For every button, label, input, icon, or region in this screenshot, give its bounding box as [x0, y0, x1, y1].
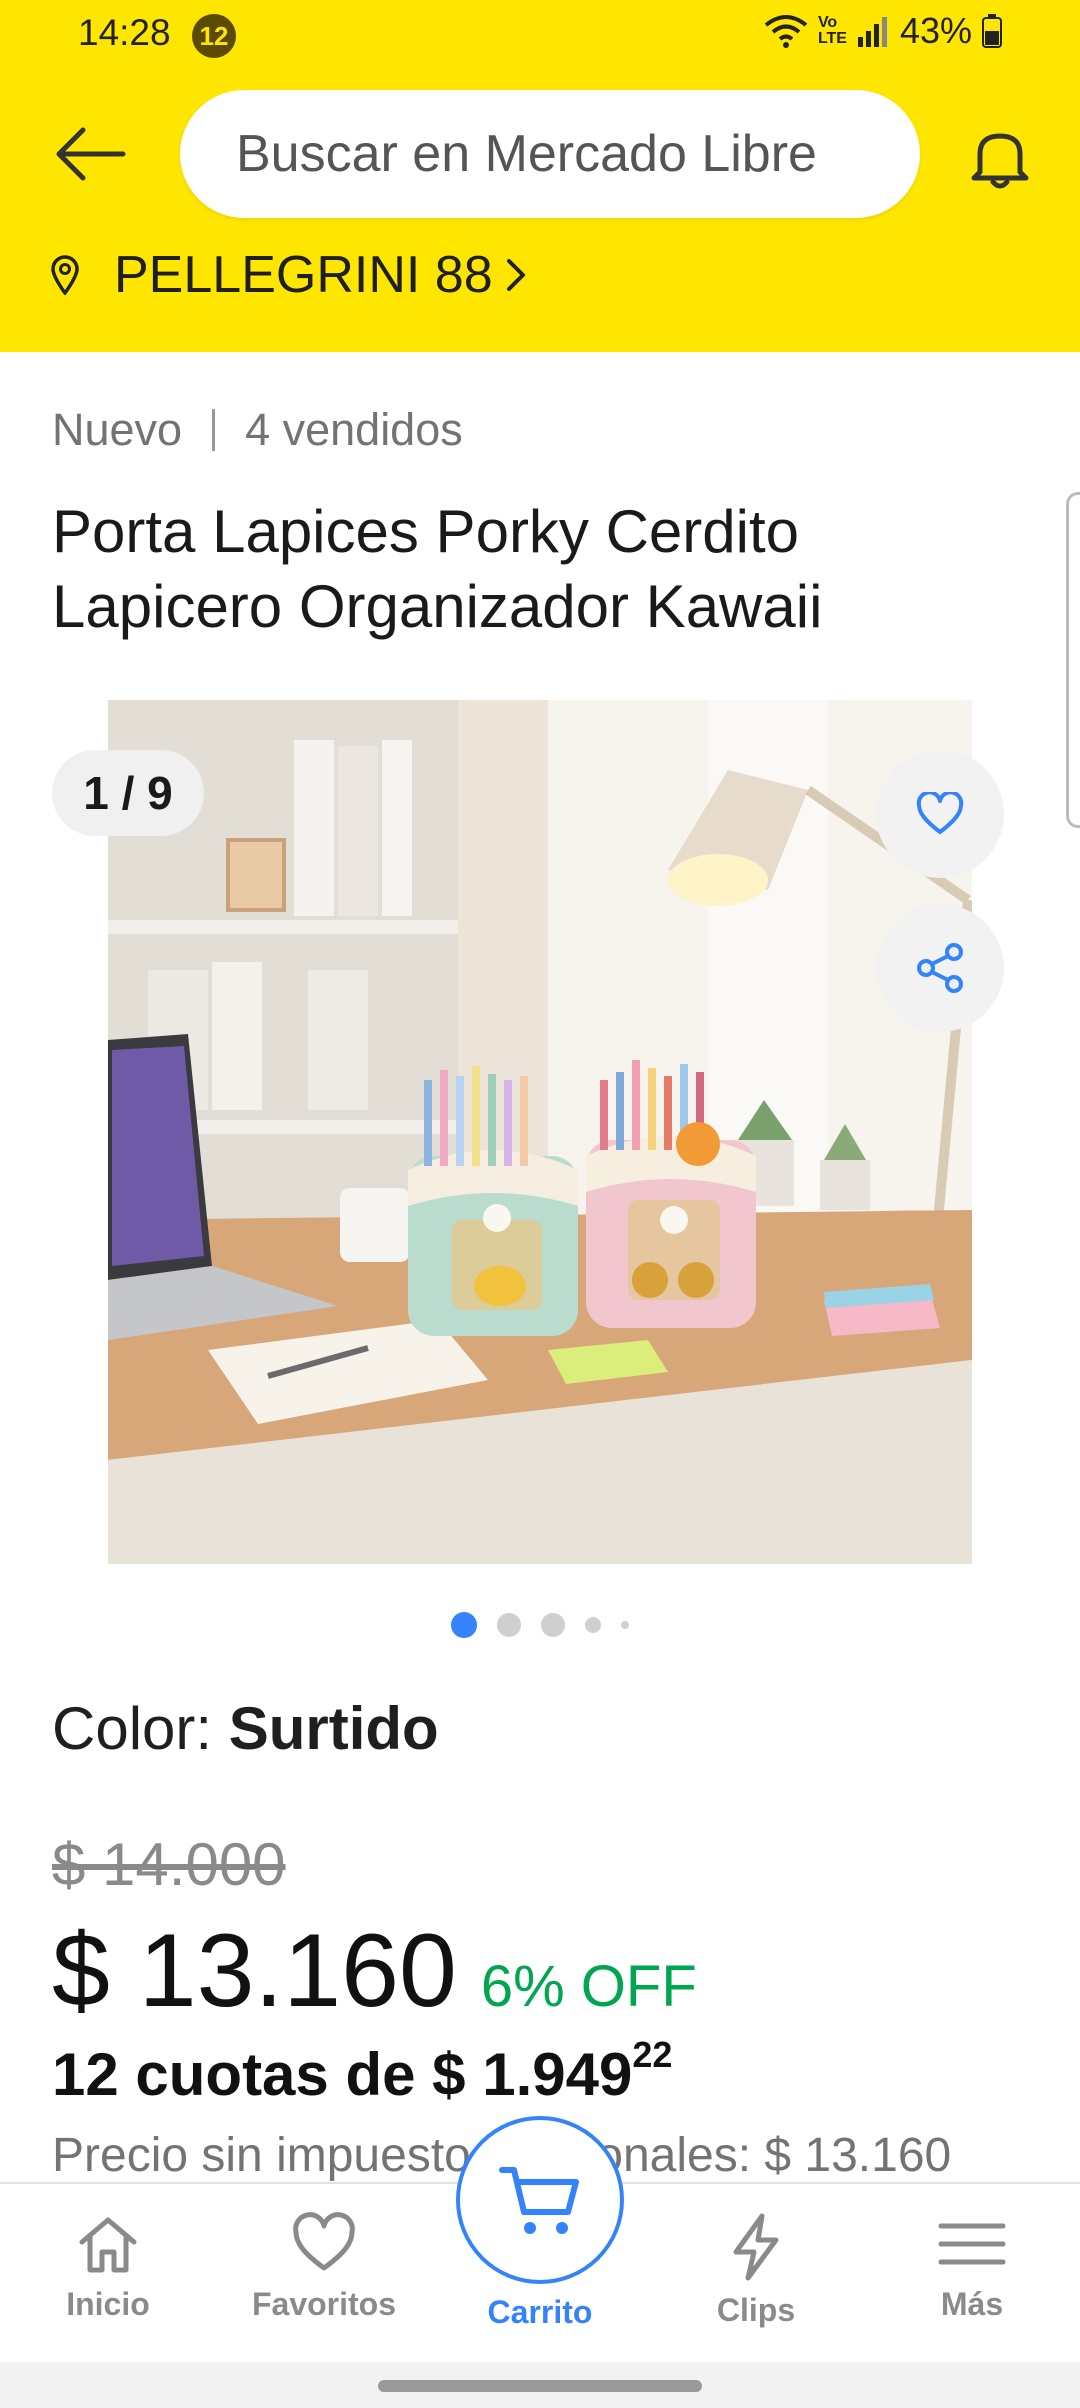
- installments-cents: 22: [632, 2034, 673, 2075]
- lightning-icon: [733, 2213, 779, 2281]
- battery-icon: [982, 14, 1002, 48]
- pagination-dot[interactable]: [621, 1621, 629, 1629]
- color-value: Surtido: [228, 1695, 439, 1762]
- bell-icon: [971, 133, 1029, 189]
- side-scroll-handle[interactable]: [1066, 492, 1080, 828]
- condition-label: Nuevo: [52, 404, 183, 455]
- heart-icon: [293, 2212, 355, 2271]
- nav-label: Favoritos: [251, 2286, 397, 2322]
- chevron-right-icon: [506, 259, 525, 291]
- share-icon: [917, 943, 963, 993]
- notification-count-badge: 12: [192, 14, 236, 58]
- address-label: PELLEGRINI 88: [114, 246, 493, 304]
- original-price: $ 14.000: [52, 1831, 286, 1898]
- product-subtitle: Nuevo 4 vendidos: [52, 404, 463, 456]
- network-label: Vo LTE: [817, 14, 847, 47]
- gallery-counter: 1 / 9: [52, 750, 204, 836]
- arrow-left-icon: [56, 127, 126, 181]
- color-selector[interactable]: Color: Surtido: [52, 1694, 439, 1763]
- wifi-icon: [764, 15, 808, 48]
- search-bar[interactable]: [180, 90, 920, 218]
- pagination-dot[interactable]: [541, 1613, 565, 1637]
- product-title: Porta Lapices Porky Cerdito Lapicero Org…: [52, 498, 823, 640]
- menu-icon: [938, 2223, 1006, 2265]
- pagination-dot[interactable]: [585, 1617, 601, 1633]
- installments-amount: 12 cuotas de $ 1.949: [52, 2041, 633, 2108]
- nav-label: Inicio: [66, 2286, 150, 2322]
- cart-icon: [499, 2167, 579, 2234]
- signal-icon: [857, 17, 887, 47]
- pagination-dot[interactable]: [497, 1613, 521, 1637]
- sold-count: 4 vendidos: [245, 404, 463, 455]
- nav-label-carrito: Carrito: [487, 2294, 593, 2330]
- nav-mas[interactable]: Más: [882, 2212, 1062, 2352]
- pagination-dot-active[interactable]: [451, 1612, 477, 1638]
- product-photo: [108, 700, 972, 1564]
- home-icon: [79, 2217, 137, 2273]
- share-button[interactable]: [876, 904, 1004, 1032]
- status-time: 14:28: [78, 12, 171, 53]
- home-indicator[interactable]: [378, 2380, 702, 2392]
- price-row: $ 13.160 6% OFF: [52, 1912, 697, 2031]
- nav-carrito[interactable]: [456, 2116, 624, 2284]
- nav-inicio[interactable]: Inicio: [18, 2212, 198, 2352]
- shipping-address[interactable]: PELLEGRINI 88: [50, 240, 527, 310]
- separator: [212, 409, 216, 451]
- nav-label: Clips: [716, 2292, 796, 2328]
- location-pin-icon: [51, 255, 79, 295]
- installments-info: 12 cuotas de $ 1.94922: [52, 2034, 672, 2109]
- discount-badge: 6% OFF: [480, 1954, 697, 2019]
- search-input[interactable]: [180, 90, 920, 218]
- gallery-pagination: [0, 1612, 1080, 1638]
- favorite-button[interactable]: [876, 750, 1004, 878]
- status-icons: Vo LTE 43%: [764, 10, 1002, 52]
- back-button[interactable]: [48, 118, 134, 190]
- status-bar: 14:28 12 Vo LTE 43%: [0, 0, 1080, 66]
- color-label: Color:: [52, 1695, 229, 1762]
- heart-icon: [916, 792, 964, 834]
- nav-favoritos[interactable]: Favoritos: [234, 2212, 414, 2352]
- product-image-gallery[interactable]: [108, 700, 972, 1564]
- nav-clips[interactable]: Clips: [666, 2212, 846, 2352]
- battery-percent: 43%: [899, 10, 972, 51]
- notifications-button[interactable]: [960, 118, 1040, 198]
- current-price: $ 13.160: [52, 1913, 457, 2029]
- nav-label: Más: [940, 2286, 1004, 2322]
